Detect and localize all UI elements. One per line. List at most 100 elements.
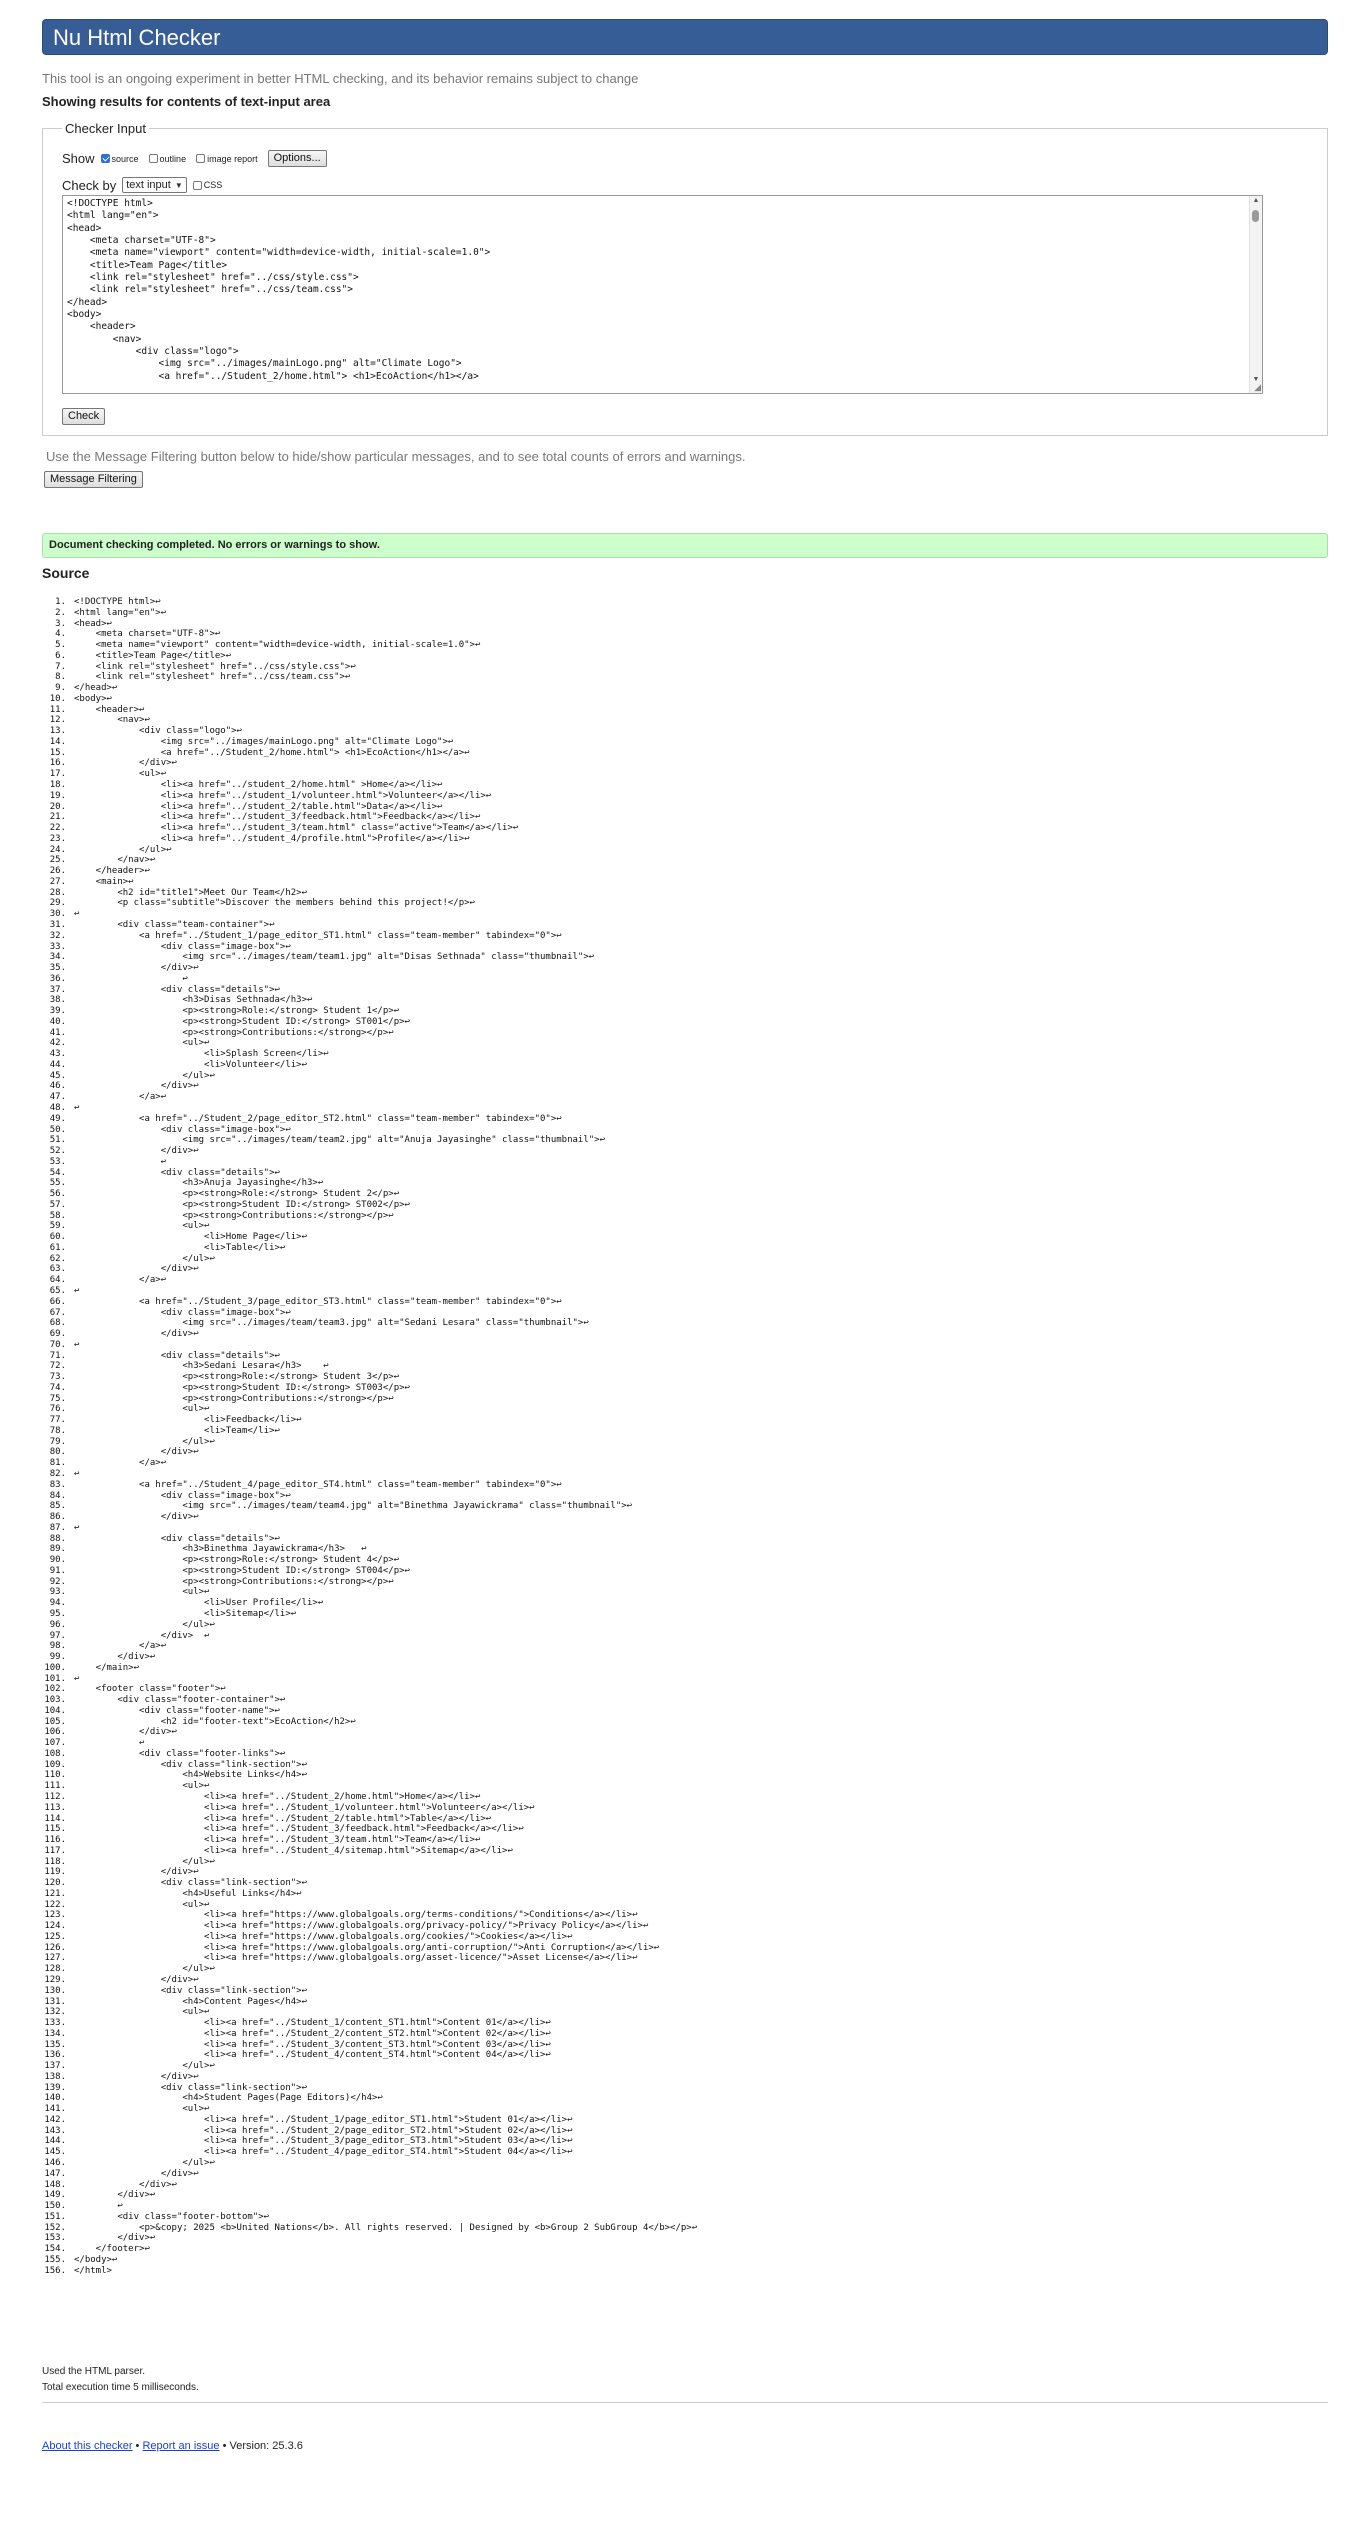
line-number: 68. [49,1318,66,1329]
check-by-row: Check by text input ▼ CSS [62,177,222,193]
line-code: </div>↩ [74,1447,199,1458]
image-report-checkbox[interactable] [196,154,206,163]
line-number: 7. [55,661,66,672]
source-line: 81. </a>↩ [40,1458,697,1469]
resize-handle-icon[interactable]: ◢ [1254,382,1261,393]
line-number: 43. [49,1049,66,1060]
line-number: 9. [55,683,66,694]
option-image-report[interactable]: image report [196,154,258,164]
line-code: ↩ [74,1156,167,1167]
line-code: <p><strong>Student ID:</strong> ST002</p… [74,1199,410,1210]
line-code: <h3>Disas Sethnada</h3>↩ [74,995,313,1006]
line-code: ↩ [74,1286,80,1296]
line-number: 129. [44,1975,66,1985]
line-number: 3. [55,618,66,629]
source-line: 156. </html> [40,2266,697,2277]
line-number: 67. [49,1307,66,1318]
line-code: <a href="../Student_4/page_editor_ST4.ht… [74,1479,562,1490]
line-code: <div class="team-container">↩ [74,919,275,930]
line-code: <main>↩ [74,876,134,887]
source-line: 52. </div>↩ [40,1146,697,1157]
line-number: 145. [44,2147,66,2158]
source-line: 39. <p><strong>Role:</strong> Student 1<… [40,1006,697,1017]
source-line: 95. <li>Sitemap</li>↩ [40,1609,697,1620]
line-code: <li><a href="../Student_2/content_ST2.ht… [74,2028,551,2039]
line-number: 114. [44,1813,66,1824]
line-code: <div class="details">↩ [74,1533,280,1544]
line-number: 31. [49,919,66,930]
source-textarea[interactable]: <!DOCTYPE html> <html lang="en"> <head> … [62,195,1263,394]
line-code: <li><a href="https://www.globalgoals.org… [74,1953,638,1964]
line-number: 45. [49,1070,66,1081]
line-code: </div>↩ [74,963,199,974]
line-code: <li><a href="../Student_1/content_ST1.ht… [74,2018,551,2029]
line-number: 148. [44,2179,66,2190]
source-line: 18. <li><a href="../student_2/home.html"… [40,780,697,791]
line-number: 151. [44,2211,66,2222]
scrollbar-thumb[interactable] [1252,210,1259,222]
line-number: 135. [44,2039,66,2050]
message-filtering-button[interactable]: Message Filtering [44,471,143,488]
line-code: <ul>↩ [74,1899,210,1910]
line-code: <p class="subtitle">Discover the members… [74,898,475,909]
checker-input-legend: Checker Input [62,121,149,136]
line-code: <ul>↩ [74,1781,210,1792]
line-number: 131. [44,1996,66,2007]
line-number: 64. [49,1275,66,1286]
source-line: 108. <div class="footer-links">↩ [40,1749,697,1760]
source-line: 133. <li><a href="../Student_1/content_S… [40,2018,697,2029]
line-code: <ul>↩ [74,2104,210,2115]
source-line: 38. <h3>Disas Sethnada</h3>↩ [40,995,697,1006]
results-subtitle: Showing results for contents of text-inp… [42,94,331,109]
source-checkbox[interactable] [100,154,110,163]
line-code: <li>Home Page</li>↩ [74,1232,307,1243]
source-line: 135. <li><a href="../Student_3/content_S… [40,2040,697,2051]
check-button[interactable]: Check [62,408,106,425]
css-checkbox[interactable] [192,180,202,190]
line-code: </div>↩ [74,1867,199,1878]
source-line: 59. <ul>↩ [40,1221,697,1232]
check-by-select[interactable]: text input ▼ [122,177,187,193]
source-line: 57. <p><strong>Student ID:</strong> ST00… [40,1200,697,1211]
report-issue-link[interactable]: Report an issue [142,2440,219,2452]
line-number: 59. [49,1221,66,1232]
source-line: 153. </div>↩ [40,2233,697,2244]
options-button[interactable]: Options... [267,150,327,167]
source-line: 117. <li><a href="../Student_4/sitemap.h… [40,1846,697,1857]
line-code: <a href="../Student_3/page_editor_ST3.ht… [74,1296,562,1307]
line-code: <ul>↩ [74,769,167,780]
line-number: 146. [44,2158,66,2169]
line-number: 110. [44,1770,66,1781]
parser-note: Used the HTML parser. [42,2366,146,2377]
option-css[interactable]: CSS [192,180,222,190]
source-line: 155. </body>↩ [40,2255,697,2266]
source-line: 84. <div class="image-box">↩ [40,1491,697,1502]
option-source[interactable]: source [100,154,139,164]
line-number: 16. [49,758,66,769]
about-link[interactable]: About this checker [42,2440,133,2452]
line-code: <li><a href="../Student_4/page_editor_ST… [74,2147,573,2158]
line-code: <h4>Content Pages</h4>↩ [74,1996,307,2007]
line-number: 46. [49,1081,66,1092]
line-number: 8. [55,672,66,683]
line-number: 152. [44,2222,66,2233]
line-number: 17. [49,769,66,780]
line-code: <header>↩ [74,704,145,715]
option-outline[interactable]: outline [148,154,186,164]
line-number: 71. [49,1350,66,1361]
line-code: </div>↩ [74,2168,199,2179]
line-number: 85. [49,1501,66,1512]
scroll-up-icon[interactable]: ▲ [1251,197,1261,204]
textarea-scrollbar[interactable]: ▲ ▼ [1249,196,1262,393]
line-code: </ul>↩ [74,1070,215,1081]
line-number: 112. [44,1791,66,1802]
source-line: 29. <p class="subtitle">Discover the mem… [40,898,697,909]
line-number: 99. [49,1652,66,1663]
outline-checkbox[interactable] [148,154,158,163]
source-line: 47. </a>↩ [40,1092,697,1103]
line-code: <li>Sitemap</li>↩ [74,1608,297,1619]
source-line: 131. <h4>Content Pages</h4>↩ [40,1997,697,2008]
line-code: </div>↩ [74,1146,199,1157]
line-number: 44. [49,1059,66,1070]
line-code: <h2 id="footer-text">EcoAction</h2>↩ [74,1716,356,1727]
